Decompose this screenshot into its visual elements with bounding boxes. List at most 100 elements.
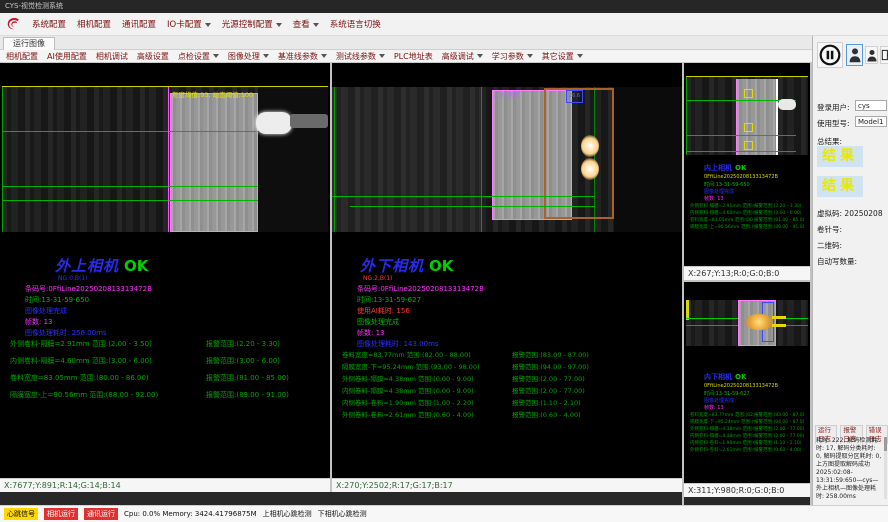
tool-plc-table[interactable]: PLC地址表: [394, 51, 433, 62]
measurement-rows: 卷料宽度=83.77mm 范围:(82.00 - 88.00)报警范围:(83.…: [690, 412, 804, 454]
title-bar: CYS-视觉检测系统: [0, 0, 888, 13]
camera-name-title: 内上相机OK: [704, 163, 746, 173]
measurement-row: 隔膜宽度-下=95.24mm 范围:(93.00 - 98.00)报警范围:(9…: [342, 361, 589, 373]
user-icon: [867, 49, 877, 62]
measurement-value: 隔膜宽度-上=90.56mm 范围:(88.00 - 92.00): [690, 224, 754, 231]
green-measure-line: [2, 200, 258, 201]
camera-view-outer-top[interactable]: 灰度均值:93, 动态阈值:100 外上相机OK NG:0,B(1) 条码号:0…: [0, 63, 330, 492]
menu-light-config[interactable]: 光源控制配置: [222, 18, 282, 30]
sub-status-line: NG:0,B(1): [58, 275, 88, 282]
time-line: 时间:13-31-59-650: [25, 295, 89, 305]
magenta-edge-line: [168, 87, 169, 232]
green-edge-line: [334, 87, 335, 232]
dark-region: [614, 87, 682, 232]
camera-view-inner-top[interactable]: 内上相机OK 0FfiLine2025020813313472B 时间:13-3…: [684, 63, 810, 280]
camera-name-title: 外下相机OK: [360, 255, 453, 276]
bottom-filler: [0, 492, 682, 505]
measurement-row: 卷料宽度=83.77mm 范围:(82.00 - 88.00)报警范围:(83.…: [690, 412, 804, 419]
tool-learn-params[interactable]: 学习参数: [492, 51, 533, 62]
measurement-value: 内侧卷料-隔膜=4.60mm 范围:(3.00 - 6.00): [10, 353, 206, 370]
green-measure-line: [686, 151, 796, 152]
menu-comm-config[interactable]: 通讯配置: [122, 18, 156, 30]
pixel-coordinate-bar: X:270;Y:2502;R:17;G:17;B:17: [332, 478, 682, 492]
camera-name: 内上相机: [704, 164, 732, 172]
pixel-coordinate-bar: X:267;Y:13;R:0;G:0;B:0: [684, 266, 810, 280]
alarm-range: 报警范围:(89.00 - 91.00): [754, 224, 804, 231]
menu-io-config[interactable]: IO卡配置: [167, 18, 211, 30]
model-field[interactable]: Model1: [855, 116, 887, 127]
menu-language-switch[interactable]: 系统语言切换: [330, 18, 381, 30]
measurement-value: 内侧卷料-卷料=1.90mm 范围:(1.00 - 2.20): [690, 440, 754, 447]
menu-system-config[interactable]: 系统配置: [32, 18, 66, 30]
alarm-range: 报警范围:(2.00 - 77.00): [512, 373, 585, 385]
measurement-value: 外侧卷料-隔膜=2.91mm 范围:(2.00 - 3.50): [10, 336, 206, 353]
camera-view-inner-bottom[interactable]: 内下相机OK 0FfiLine2025020813313472B 时间:13-3…: [684, 282, 810, 497]
orange-roi-box: [544, 88, 614, 219]
machinery-image: 灰度均值:93, 动态阈值:100: [2, 87, 328, 232]
tool-testline-params[interactable]: 测试线参数: [336, 51, 385, 62]
menu-camera-config[interactable]: 相机配置: [77, 18, 111, 30]
yellow-roi-box: [744, 123, 753, 132]
tool-baseline-params[interactable]: 基准线参数: [278, 51, 327, 62]
user-manage-button[interactable]: [865, 46, 878, 64]
white-connector-blob: [778, 99, 796, 110]
pixel-coordinate-bar: X:311;Y:980;R:0;G:0;B:0: [684, 483, 810, 497]
tool-advanced-debug[interactable]: 高级调试: [442, 51, 483, 62]
log-scrollbar[interactable]: [884, 437, 887, 499]
barcode-line: 0FfiLine2025020813313472B: [704, 383, 778, 389]
bottom-camera-heartbeat-text: 下相机心跳检测: [318, 509, 367, 519]
time-line: 时间:13-31-59-627: [357, 295, 421, 305]
green-edge-line: [2, 87, 3, 232]
measurement-value: 隔膜宽度-下=95.24mm 范围:(93.00 - 98.00): [342, 361, 512, 373]
alarm-range: 报警范围:(2.20 - 3.30): [206, 336, 280, 353]
measurement-row: 内侧卷料-卷料=1.90mm 范围:(1.00 - 2.20)报警范围:(1.1…: [690, 440, 804, 447]
frame-count-line: 帧数: 13: [704, 195, 724, 202]
user-icon: [849, 47, 861, 63]
film-sheet: [736, 79, 778, 155]
measurement-value: 外侧卷料-隔膜=4.38mm 范围:(0.00 - 9.00): [342, 373, 512, 385]
measurement-value: 外侧卷料-隔膜=2.91mm 范围:(2.00 - 3.50): [690, 203, 754, 210]
app-window: CYS-视觉检测系统 系统配置 相机配置 通讯配置 IO卡配置 光源控制配置 查…: [0, 0, 888, 522]
yellow-tag: [772, 316, 786, 319]
tab-run-image[interactable]: 运行图像: [3, 37, 55, 50]
process-done-line: 图像处理完成: [704, 397, 734, 404]
tool-image-processing[interactable]: 图像处理: [228, 51, 269, 62]
ai-time-line: 使用AI耗时: 156: [357, 306, 410, 316]
measurement-value: 内侧卷料-隔膜=4.60mm 范围:(3.00 - 6.00): [690, 210, 754, 217]
machinery-image: [686, 300, 808, 346]
menu-view[interactable]: 查看: [293, 18, 319, 30]
yellow-roi-box: [744, 141, 753, 150]
comm-run-badge: 通讯运行: [84, 508, 118, 520]
tool-other-settings[interactable]: 其它设置: [542, 51, 583, 62]
measurement-rows: 外侧卷料-隔膜=2.91mm 范围:(2.00 - 3.50)报警范围:(2.2…: [690, 203, 804, 231]
camera-view-outer-bottom[interactable]: 26.6 AI检测区 外下相机OK NG:2,B(1) 条码号:0FfiLine…: [332, 63, 682, 492]
white-connector-blob: [256, 112, 292, 134]
login-user-field[interactable]: cys: [855, 100, 887, 111]
machinery-image: [686, 77, 808, 155]
weld-highlight: [581, 135, 599, 157]
tool-advanced-settings[interactable]: 高级设置: [137, 51, 169, 62]
exit-button[interactable]: [880, 46, 888, 64]
user-login-button[interactable]: [846, 44, 863, 66]
result-ok-label: OK: [124, 257, 148, 275]
measurement-value: 卷料宽度=83.77mm 范围:(82.00 - 88.00): [342, 349, 512, 361]
tool-camera-config[interactable]: 相机配置: [6, 51, 38, 62]
measurement-value: 卷料宽度=83.05mm 范围:(80.00 - 86.00): [690, 217, 754, 224]
green-measure-line: [332, 196, 594, 197]
tab-strip: 运行图像: [0, 36, 812, 50]
alarm-range: 报警范围:(94.00 - 97.00): [512, 361, 589, 373]
alarm-range: 报警范围:(2.00 - 77.00): [754, 433, 804, 440]
measurement-row: 隔膜宽度-上=90.56mm 范围:(88.00 - 92.00)报警范围:(8…: [10, 387, 289, 404]
measurement-value: 内侧卷料-卷料=1.90mm 范围:(1.00 - 2.20): [342, 397, 512, 409]
tool-ai-config[interactable]: AI使用配置: [47, 51, 87, 62]
alarm-range: 报警范围:(3.00 - 6.00): [206, 353, 280, 370]
alarm-range: 报警范围:(81.00 - 85.00): [206, 370, 289, 387]
status-bar: 心跳信号 相机运行 通讯运行 Cpu: 0.0% Memory: 3424.41…: [0, 505, 888, 522]
pause-button[interactable]: [817, 42, 843, 68]
virtual-code-caption: 虚拟码:: [817, 209, 842, 218]
frame-count-line: 帧数: 13: [357, 328, 385, 338]
log-scrollbar-thumb[interactable]: [884, 437, 887, 451]
tool-spot-check[interactable]: 点检设置: [178, 51, 219, 62]
tool-camera-debug[interactable]: 相机调试: [96, 51, 128, 62]
tool-bar: 相机配置 AI使用配置 相机调试 高级设置 点检设置 图像处理 基准线参数 测试…: [0, 50, 812, 63]
